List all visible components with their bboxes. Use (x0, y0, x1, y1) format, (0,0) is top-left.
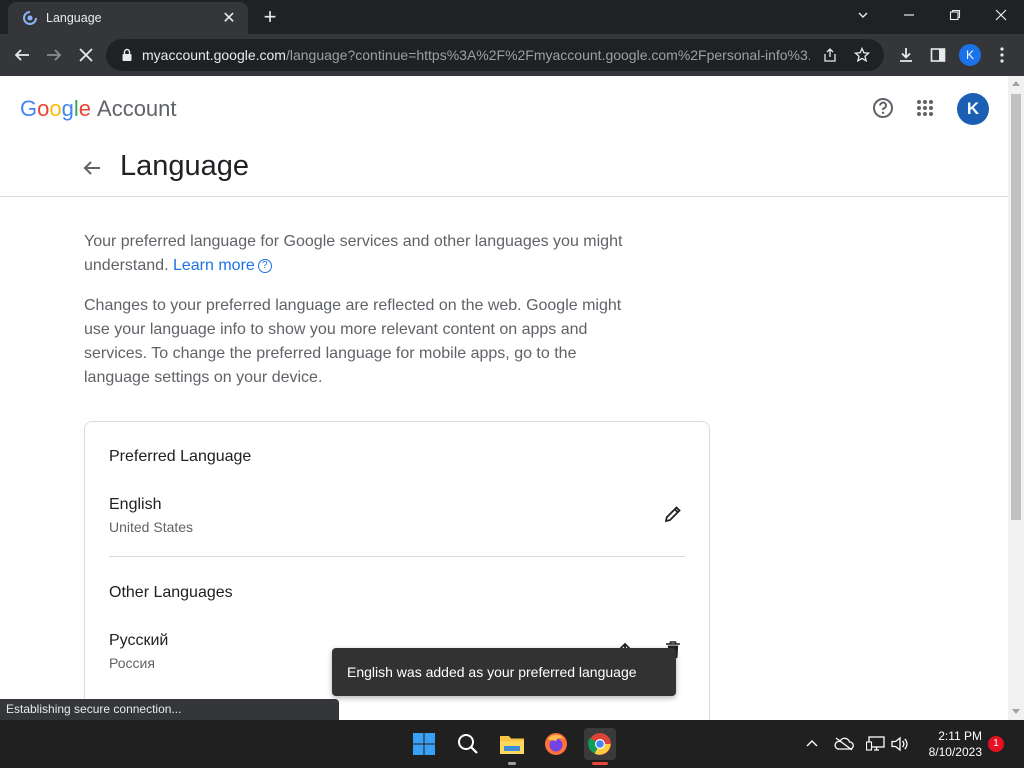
start-button[interactable] (408, 728, 440, 760)
download-icon (900, 48, 912, 62)
google-account-header: Google Account K (0, 76, 1008, 140)
windows-logo-icon (413, 733, 435, 755)
back-arrow-icon (14, 49, 29, 61)
taskbar-clock[interactable]: 2:11 PM 8/10/2023 (918, 728, 982, 760)
network-monitor-icon (866, 736, 885, 751)
edit-preferred-language-button[interactable] (659, 500, 687, 528)
logo-letter: g (61, 96, 74, 121)
tab-title: Language (46, 11, 102, 25)
file-explorer-indicator (508, 762, 516, 765)
web-page: Google Account K Language Your preferred … (0, 76, 1008, 720)
firefox-button[interactable] (540, 728, 572, 760)
google-account-logo[interactable]: Google Account (20, 96, 177, 122)
url-host: myaccount.google.com (142, 47, 286, 63)
page-scrollbar[interactable] (1008, 76, 1024, 720)
intro-paragraph: Your preferred language for Google servi… (84, 230, 644, 278)
apps-grid-icon (917, 100, 933, 116)
bookmark-star-icon[interactable] (850, 43, 874, 67)
account-avatar[interactable]: K (957, 93, 989, 125)
search-button[interactable] (452, 728, 484, 760)
profile-button[interactable]: K (954, 39, 986, 71)
lock-icon[interactable] (120, 48, 134, 62)
card-divider (109, 556, 685, 557)
tab-search-icon[interactable] (840, 0, 886, 30)
cloud-offline-icon (834, 737, 854, 751)
windows-taskbar: 2:11 PM 8/10/2023 1 (0, 720, 1024, 768)
preferred-language-region: United States (109, 519, 194, 535)
account-wordmark: Account (97, 96, 177, 121)
preferred-language-name: English (109, 496, 162, 513)
chrome-button[interactable] (584, 728, 616, 760)
logo-letter: o (49, 96, 62, 121)
help-icon (873, 98, 893, 118)
forward-arrow-icon (47, 49, 62, 61)
help-circle-icon[interactable]: ? (257, 258, 272, 273)
status-bubble: Establishing secure connection... (0, 699, 339, 720)
speaker-icon (891, 736, 908, 752)
firefox-icon (545, 733, 567, 755)
side-panel-button[interactable] (922, 39, 954, 71)
other-languages-heading: Other Languages (109, 584, 233, 601)
chevron-up-icon (806, 740, 818, 747)
scroll-down-arrow[interactable] (1012, 709, 1020, 714)
onedrive-tray-icon[interactable] (834, 734, 854, 754)
intro-text: Your preferred language for Google servi… (84, 233, 623, 274)
loading-favicon-icon (23, 11, 37, 25)
show-hidden-icons-button[interactable] (802, 734, 822, 754)
chrome-menu-button[interactable] (986, 39, 1018, 71)
scroll-up-arrow[interactable] (1012, 81, 1020, 86)
more-vert-icon (1000, 47, 1004, 63)
folder-icon (500, 736, 524, 754)
chrome-icon (588, 733, 611, 755)
tab-strip: Language ✕ + (0, 0, 1024, 34)
new-tab-button[interactable]: + (258, 6, 282, 30)
url-path: /language?continue=https%3A%2F%2Fmyaccou… (285, 47, 810, 63)
tab-close-icon[interactable]: ✕ (220, 8, 238, 28)
logo-letter: e (78, 96, 92, 121)
restore-button[interactable] (932, 0, 978, 30)
help-button[interactable] (869, 94, 897, 122)
pencil-icon (664, 506, 681, 523)
page-title-row: Language (0, 140, 1008, 197)
other-language-region: Россия (109, 655, 155, 671)
back-arrow-icon[interactable] (80, 156, 104, 180)
search-icon (458, 734, 478, 754)
close-window-button[interactable] (978, 0, 1024, 30)
logo-letter: o (37, 96, 50, 121)
clock-time: 2:11 PM (938, 729, 982, 743)
network-tray-icon[interactable] (866, 734, 886, 754)
profile-avatar: K (959, 44, 981, 66)
side-panel-icon (930, 48, 946, 62)
share-icon[interactable] (818, 43, 842, 67)
google-wordmark: Google (20, 96, 91, 121)
logo-letter: G (20, 96, 38, 121)
browser-tab[interactable]: Language ✕ (8, 2, 248, 34)
downloads-button[interactable] (890, 39, 922, 71)
snackbar-toast: English was added as your preferred lang… (332, 648, 676, 696)
volume-tray-icon[interactable] (890, 734, 910, 754)
learn-more-link[interactable]: Learn more (173, 257, 255, 274)
back-button[interactable] (6, 39, 38, 71)
browser-toolbar: myaccount.google.com /language?continue=… (0, 34, 1024, 76)
stop-loading-button[interactable] (70, 39, 102, 71)
stop-icon (79, 48, 93, 62)
minimize-button[interactable] (886, 0, 932, 30)
page-title: Language (120, 150, 250, 182)
scrollbar-thumb[interactable] (1011, 94, 1021, 520)
forward-button[interactable] (38, 39, 70, 71)
chrome-active-indicator (592, 762, 608, 765)
file-explorer-button[interactable] (496, 728, 528, 760)
apps-button[interactable] (911, 94, 939, 122)
other-language-name: Русский (109, 632, 169, 649)
clock-date: 8/10/2023 (928, 745, 982, 759)
description-paragraph: Changes to your preferred language are r… (84, 297, 622, 386)
notification-badge[interactable]: 1 (988, 736, 1004, 752)
preferred-language-heading: Preferred Language (109, 448, 252, 465)
address-bar[interactable]: myaccount.google.com /language?continue=… (106, 39, 884, 71)
